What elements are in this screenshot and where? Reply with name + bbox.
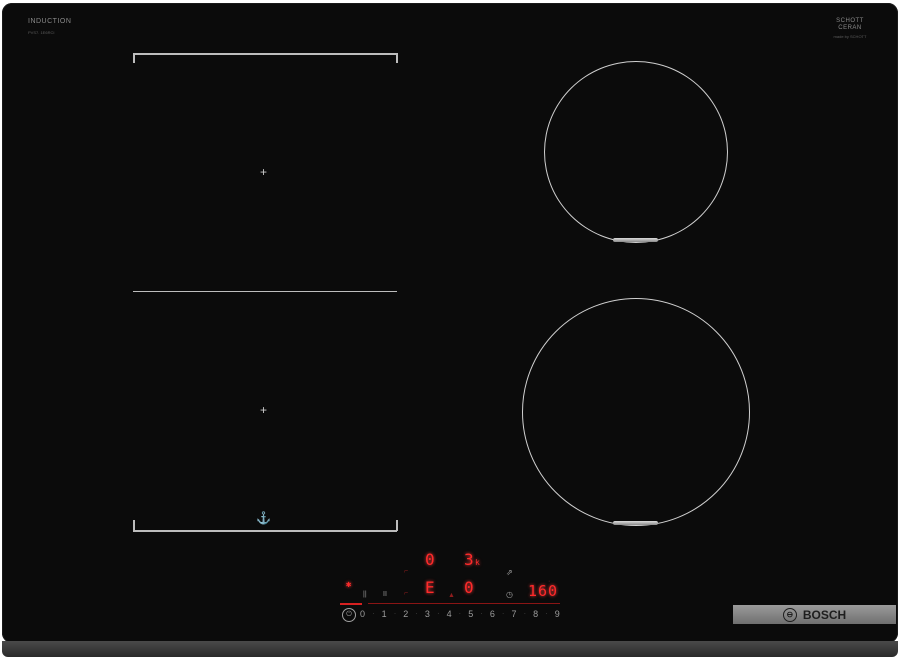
glass-brand-sub: made by SCHOTT bbox=[833, 34, 867, 39]
rear-left-power-level[interactable]: 0 bbox=[425, 550, 435, 569]
slider-dot: · bbox=[372, 611, 375, 617]
flex-zone-divider bbox=[133, 291, 397, 292]
brand-bar: ⊖ BOSCH bbox=[733, 605, 896, 624]
child-lock-icon[interactable]: ✱ bbox=[346, 580, 351, 590]
rear-right-zone-marker bbox=[613, 238, 658, 242]
pan-move-icon: ⚓ bbox=[256, 511, 271, 525]
slider-value-3[interactable]: 3 bbox=[425, 609, 430, 619]
cooktop-frame bbox=[2, 641, 898, 657]
slider-value-0[interactable]: 0 bbox=[360, 609, 365, 619]
front-right-zone-marker bbox=[613, 521, 658, 525]
rear-left-zone-indicator: ⌐ bbox=[404, 568, 409, 575]
flex-zone-bottom-right-tick bbox=[396, 520, 398, 531]
flex-mode-label[interactable]: || bbox=[363, 591, 367, 598]
cooktop-glass bbox=[2, 3, 898, 643]
brand-name: BOSCH bbox=[802, 607, 847, 622]
slider-dot: · bbox=[437, 611, 440, 617]
slider-value-6[interactable]: 6 bbox=[490, 609, 495, 619]
bosch-logo-icon: ⊖ bbox=[782, 607, 797, 622]
slider-dot: · bbox=[502, 611, 505, 617]
front-left-zone-indicator: ⌐ bbox=[404, 590, 409, 597]
front-left-power-level[interactable]: E bbox=[425, 578, 435, 597]
power-bar-right bbox=[368, 603, 560, 604]
flex-zone-top-right-tick bbox=[396, 53, 398, 63]
slider-dot: · bbox=[523, 611, 526, 617]
slider-value-2[interactable]: 2 bbox=[403, 609, 408, 619]
front-right-zone bbox=[522, 298, 750, 526]
rear-right-power-level[interactable]: 3 bbox=[464, 550, 474, 569]
slider-dot: · bbox=[393, 611, 396, 617]
slider-value-7[interactable]: 7 bbox=[511, 609, 516, 619]
glass-brand-label: SCHOTT CERAN bbox=[836, 18, 864, 31]
model-label: PVS7. 1E6RCI bbox=[28, 30, 55, 35]
flex-zone-top-left-tick bbox=[133, 53, 135, 63]
front-right-zone-indicator: ▲ bbox=[448, 592, 455, 599]
slider-value-8[interactable]: 8 bbox=[533, 609, 538, 619]
flex-zone-bottom-edge bbox=[133, 530, 397, 532]
front-right-power-level[interactable]: 0 bbox=[464, 578, 474, 597]
flex-zone-top-edge bbox=[133, 53, 397, 55]
rear-left-zone-center-icon: + bbox=[260, 165, 268, 179]
slider-value-5[interactable]: 5 bbox=[468, 609, 473, 619]
slider-dot: · bbox=[480, 611, 483, 617]
slider-value-9[interactable]: 9 bbox=[555, 609, 560, 619]
timer-indicator: · bbox=[548, 578, 551, 585]
slider-dot: · bbox=[545, 611, 548, 617]
timer-icon[interactable]: ◷ bbox=[506, 590, 513, 599]
timer-display[interactable]: 160 bbox=[528, 582, 558, 600]
rear-right-zone bbox=[544, 61, 728, 243]
slider-value-4[interactable]: 4 bbox=[447, 609, 452, 619]
flex-zone-bottom-left-tick bbox=[133, 520, 135, 531]
slider-dot: · bbox=[458, 611, 461, 617]
induction-label: INDUCTION bbox=[28, 18, 72, 25]
move-mode-label[interactable]: II bbox=[383, 591, 387, 598]
front-left-zone-center-icon: + bbox=[260, 403, 268, 417]
slider-dot: · bbox=[415, 611, 418, 617]
slider-value-1[interactable]: 1 bbox=[382, 609, 387, 619]
rear-right-power-sub: k bbox=[475, 558, 480, 567]
sensor-icon[interactable]: ⇗ bbox=[506, 568, 513, 577]
power-button[interactable]: ⏻ bbox=[342, 608, 356, 622]
power-slider[interactable]: 0 · 1 · 2 · 3 · 4 · 5 · 6 · 7 · 8 · 9 bbox=[360, 607, 560, 621]
power-bar-left bbox=[340, 603, 362, 605]
